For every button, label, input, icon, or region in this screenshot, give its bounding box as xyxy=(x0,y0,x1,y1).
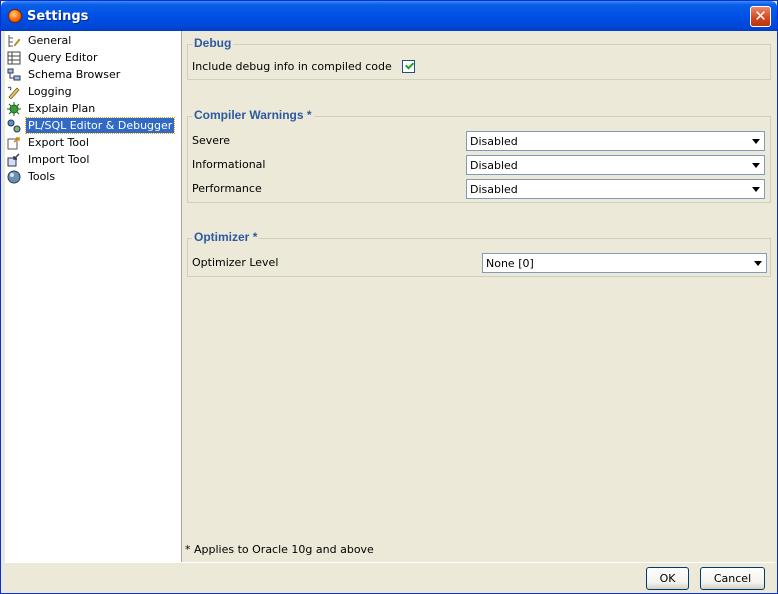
button-bar: OK Cancel xyxy=(5,562,775,593)
tree-item-label: General xyxy=(28,34,72,47)
include-debug-info-label: Include debug info in compiled code xyxy=(192,60,392,73)
settings-tree: General Query Editor Schema Browser Logg… xyxy=(5,31,182,562)
compiler-warnings-group: Compiler Warnings * Severe Disabled Info… xyxy=(187,108,771,203)
cancel-button[interactable]: Cancel xyxy=(700,567,765,590)
tree-item-export-tool[interactable]: Export Tool xyxy=(7,134,91,151)
tree-item-label: Export Tool xyxy=(28,136,89,149)
title-bar[interactable]: Settings ✕ xyxy=(1,1,777,31)
tree-item-label: PL/SQL Editor & Debugger xyxy=(24,117,176,134)
dropdown-arrow-icon xyxy=(752,187,760,192)
export-tool-icon xyxy=(7,136,21,150)
app-icon xyxy=(8,9,22,23)
tree-item-label: Import Tool xyxy=(28,153,90,166)
dropdown-arrow-icon xyxy=(754,261,762,266)
ok-button[interactable]: OK xyxy=(646,567,689,590)
plsql-debugger-icon xyxy=(7,119,21,133)
general-icon xyxy=(7,34,21,48)
optimizer-group-title: Optimizer * xyxy=(192,230,260,244)
tree-item-logging[interactable]: Logging xyxy=(7,83,74,100)
tree-item-import-tool[interactable]: Import Tool xyxy=(7,151,91,168)
compiler-warnings-group-title: Compiler Warnings * xyxy=(192,108,314,122)
tree-item-label: Query Editor xyxy=(28,51,98,64)
optimizer-level-value: None [0] xyxy=(486,257,534,270)
tree-item-label: Tools xyxy=(28,170,56,183)
close-icon: ✕ xyxy=(754,7,767,25)
optimizer-level-select[interactable]: None [0] xyxy=(482,253,767,273)
check-icon xyxy=(405,60,415,70)
footnote: * Applies to Oracle 10g and above xyxy=(185,543,374,556)
dropdown-arrow-icon xyxy=(752,163,760,168)
optimizer-level-label: Optimizer Level xyxy=(192,256,279,269)
tree-item-general[interactable]: General xyxy=(7,32,73,49)
debug-group: Debug Include debug info in compiled cod… xyxy=(187,36,771,80)
close-button[interactable]: ✕ xyxy=(750,6,771,27)
window-title: Settings xyxy=(27,9,89,24)
tree-item-label: Schema Browser xyxy=(28,68,121,81)
performance-label: Performance xyxy=(192,182,262,195)
query-editor-icon xyxy=(7,51,21,65)
tree-item-plsql-editor-debugger[interactable]: PL/SQL Editor & Debugger xyxy=(7,117,176,134)
explain-plan-icon xyxy=(7,101,21,116)
tools-icon xyxy=(7,170,21,184)
optimizer-group: Optimizer * Optimizer Level None [0] xyxy=(187,230,771,277)
tree-item-tools[interactable]: Tools xyxy=(7,168,57,185)
import-tool-icon xyxy=(7,153,21,167)
severe-select[interactable]: Disabled xyxy=(466,131,765,151)
include-debug-info-checkbox[interactable] xyxy=(402,60,415,73)
tree-item-label: Explain Plan xyxy=(28,102,96,115)
informational-label: Informational xyxy=(192,158,266,171)
informational-value: Disabled xyxy=(470,159,518,172)
performance-value: Disabled xyxy=(470,183,518,196)
debug-group-title: Debug xyxy=(192,36,234,50)
dropdown-arrow-icon xyxy=(752,139,760,144)
tree-item-query-editor[interactable]: Query Editor xyxy=(7,49,99,66)
tree-item-label: Logging xyxy=(28,85,72,98)
settings-panel: Debug Include debug info in compiled cod… xyxy=(183,31,775,562)
tree-item-explain-plan[interactable]: Explain Plan xyxy=(7,100,97,117)
severe-label: Severe xyxy=(192,134,231,147)
logging-icon xyxy=(7,85,21,100)
schema-browser-icon xyxy=(7,68,21,82)
performance-select[interactable]: Disabled xyxy=(466,179,765,199)
severe-value: Disabled xyxy=(470,135,518,148)
tree-item-schema-browser[interactable]: Schema Browser xyxy=(7,66,122,83)
informational-select[interactable]: Disabled xyxy=(466,155,765,175)
settings-window: Settings ✕ General Query Editor Schema B… xyxy=(0,0,778,594)
